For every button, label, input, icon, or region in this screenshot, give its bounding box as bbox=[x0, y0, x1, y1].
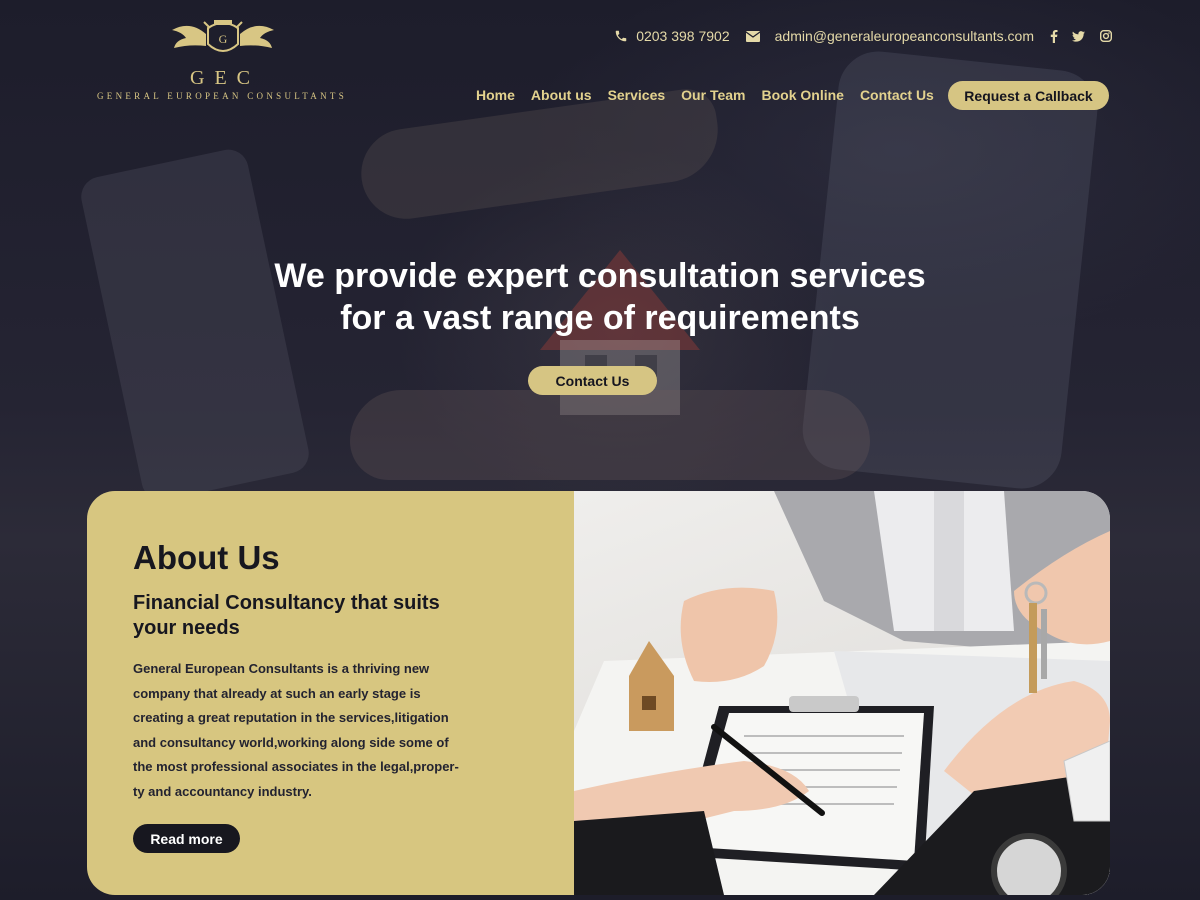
about-text-line: General European Consultants is a thrivi… bbox=[133, 661, 430, 676]
main-nav: Home About us Services Our Team Book Onl… bbox=[476, 80, 950, 110]
nav-item-contact-us[interactable]: Contact Us bbox=[860, 87, 934, 103]
hero-heading-line-2: for a vast range of requirements bbox=[340, 299, 860, 337]
nav-item-services[interactable]: Services bbox=[608, 87, 666, 103]
logo-company-name: GENERAL EUROPEAN CONSULTANTS bbox=[96, 91, 348, 101]
about-subtitle-line-2: your needs bbox=[133, 617, 240, 639]
about-subtitle: Financial Consultancy that suits your ne… bbox=[133, 591, 493, 641]
nav-item-our-team[interactable]: Our Team bbox=[681, 87, 745, 103]
about-text-line: and consultancy world,working along side… bbox=[133, 734, 449, 750]
hero-contact-us-button[interactable]: Contact Us bbox=[528, 366, 657, 395]
logo-initials: GEC bbox=[190, 67, 260, 89]
facebook-icon[interactable] bbox=[1050, 29, 1058, 43]
about-description: General European Consultants is a thrivi… bbox=[133, 657, 478, 804]
about-title: About Us bbox=[133, 539, 280, 576]
about-text-line: ty and accountancy industry. bbox=[133, 783, 312, 799]
read-more-button[interactable]: Read more bbox=[133, 824, 240, 853]
nav-item-about-us[interactable]: About us bbox=[531, 87, 592, 103]
envelope-icon bbox=[745, 30, 760, 42]
about-photo bbox=[574, 491, 1110, 895]
about-text-line: creating a great reputation in the servi… bbox=[133, 710, 449, 725]
nav-item-home[interactable]: Home bbox=[476, 87, 515, 103]
about-card: About Us Financial Consultancy that suit… bbox=[87, 491, 1110, 895]
twitter-icon[interactable] bbox=[1072, 30, 1085, 42]
phone-icon bbox=[614, 29, 628, 43]
consultation-photo-illustration bbox=[574, 491, 1110, 895]
about-text-line: the most professional associates in the … bbox=[133, 759, 459, 774]
about-panel: About Us Financial Consultancy that suit… bbox=[87, 491, 574, 895]
nav-item-book-online[interactable]: Book Online bbox=[761, 87, 843, 103]
hero-heading: We provide expert consultation services … bbox=[0, 255, 1200, 339]
phone-number[interactable]: 0203 398 7902 bbox=[636, 28, 729, 44]
about-text-line: company that already at such an early st… bbox=[133, 685, 421, 701]
crest-icon: G bbox=[172, 20, 274, 52]
hero-heading-line-1: We provide expert consultation services bbox=[274, 257, 926, 295]
svg-text:G: G bbox=[219, 32, 228, 46]
contact-bar: 0203 398 7902 admin@generaleuropeanconsu… bbox=[614, 24, 1112, 48]
request-callback-button[interactable]: Request a Callback bbox=[948, 81, 1109, 110]
email-address[interactable]: admin@generaleuropeanconsultants.com bbox=[775, 28, 1034, 44]
about-subtitle-line-1: Financial Consultancy that suits bbox=[133, 592, 440, 614]
logo[interactable]: G GEC GENERAL EUROPEAN CONSULTANTS bbox=[96, 18, 348, 106]
hero-bg-hand-bottom bbox=[350, 390, 870, 480]
instagram-icon[interactable] bbox=[1100, 30, 1112, 42]
